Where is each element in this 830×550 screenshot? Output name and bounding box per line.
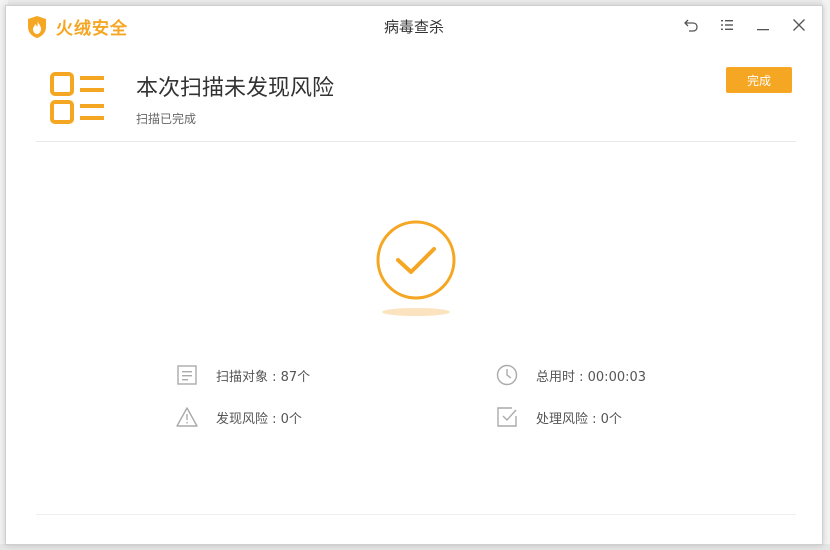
stat-total-time: 总用时 : 00:00:03	[496, 364, 646, 386]
stat-risks-found-text: 发现风险 : 0个	[216, 411, 302, 427]
close-icon	[793, 19, 805, 31]
scan-result-title: 本次扫描未发现风险	[136, 76, 335, 101]
warning-icon	[176, 407, 198, 427]
background-app-strip-right	[822, 0, 830, 550]
done-button[interactable]: 完成	[726, 67, 792, 93]
minimize-button[interactable]	[754, 16, 772, 34]
back-button[interactable]	[682, 16, 700, 34]
title-bar[interactable]: 火绒安全 病毒查杀	[6, 6, 822, 46]
document-icon	[177, 365, 197, 385]
stat-risks-handled-text: 处理风险 : 0个	[536, 411, 622, 427]
stat-risks-found: 发现风险 : 0个	[176, 406, 302, 428]
scan-summary-header: 本次扫描未发现风险 扫描已完成 完成	[36, 62, 796, 142]
window-controls	[682, 16, 808, 34]
result-icon-shadow	[382, 308, 450, 316]
list-icon	[50, 72, 104, 124]
stat-total-time-text: 总用时 : 00:00:03	[536, 369, 647, 385]
close-button[interactable]	[790, 16, 808, 34]
virus-scan-window: 火绒安全 病毒查杀 本次扫描未发现风险 扫描已完成 完成 扫描对象: 87个 …	[5, 5, 823, 545]
footer-divider	[36, 514, 796, 515]
menu-button[interactable]	[718, 16, 736, 34]
stat-risks-handled: 处理风险 : 0个	[496, 406, 622, 428]
scan-status-subtitle: 扫描已完成	[136, 112, 197, 126]
stat-scanned-objects: 扫描对象 : 87个	[176, 364, 310, 386]
minimize-icon	[757, 29, 769, 31]
back-icon	[684, 19, 698, 32]
checkbox-icon	[497, 407, 517, 427]
stat-scanned-objects-text: 扫描对象 : 87个	[216, 369, 311, 385]
menu-icon	[721, 20, 733, 30]
clock-icon	[496, 364, 518, 386]
checkmark-circle-icon	[376, 220, 456, 300]
